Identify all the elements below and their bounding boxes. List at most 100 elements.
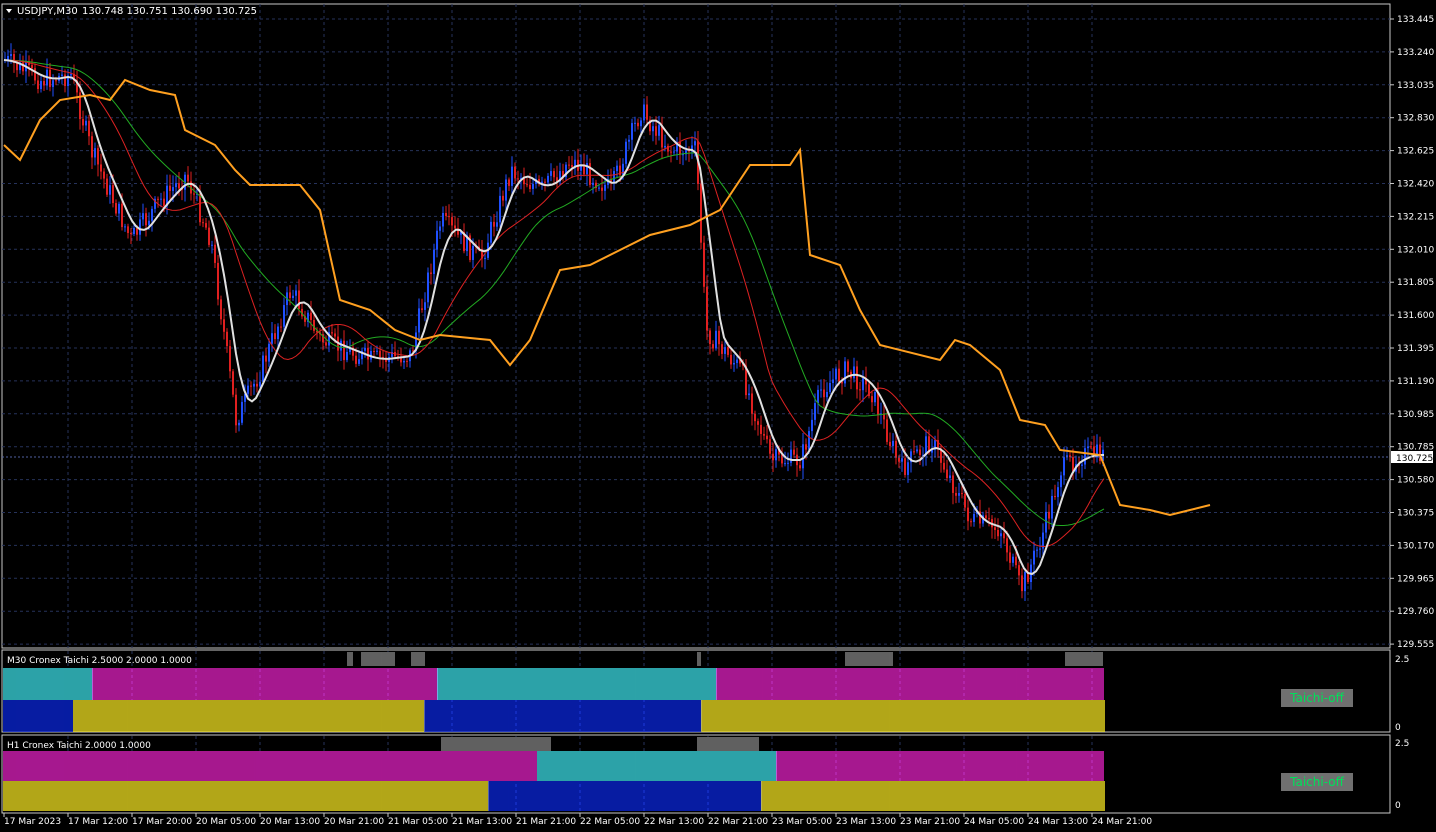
candle-body xyxy=(730,354,732,365)
candle-body xyxy=(1009,552,1011,563)
candle-body xyxy=(283,305,285,327)
price-tick-label: 130.170 xyxy=(1397,541,1434,551)
candle-body xyxy=(760,424,762,434)
candle-body xyxy=(853,366,855,379)
candle-body xyxy=(241,401,243,423)
candle-body xyxy=(133,228,135,235)
candle-body xyxy=(208,227,210,245)
candle-body xyxy=(652,126,654,132)
candle-body xyxy=(604,184,606,191)
candle-body xyxy=(919,449,921,455)
candle-body xyxy=(1018,565,1020,576)
indicator1-scale-top: 2.5 xyxy=(1395,655,1409,665)
candle-body xyxy=(139,219,141,235)
candle-body xyxy=(223,319,225,332)
time-tick-label: 24 Mar 05:00 xyxy=(964,817,1024,827)
candle-body xyxy=(331,332,333,334)
candle-body xyxy=(835,368,837,380)
candle-body xyxy=(856,366,858,390)
candle-body xyxy=(766,435,768,440)
candle-body xyxy=(103,171,105,179)
candle-body xyxy=(226,331,228,347)
candle-body xyxy=(637,122,639,127)
time-tick-label: 21 Mar 05:00 xyxy=(388,817,448,827)
candle-body xyxy=(85,120,87,126)
time-tick-label: 24 Mar 21:00 xyxy=(1092,817,1152,827)
candle-body xyxy=(505,179,507,201)
candle-body xyxy=(52,80,54,87)
candle-body xyxy=(832,379,834,384)
candle-body xyxy=(220,299,222,320)
candle-body xyxy=(679,142,681,155)
price-tick-label: 130.985 xyxy=(1397,410,1434,420)
time-tick-label: 20 Mar 05:00 xyxy=(196,817,256,827)
candle-body xyxy=(121,203,123,228)
candle-body xyxy=(259,381,261,387)
candle-body xyxy=(142,213,144,220)
candle-body xyxy=(892,440,894,447)
indicator1-taichi-off-button[interactable]: Taichi-off xyxy=(1281,689,1353,707)
ohlc-values: 130.748 130.751 130.690 130.725 xyxy=(82,6,257,17)
candle-body xyxy=(436,230,438,250)
candle-body xyxy=(808,431,810,450)
price-tick-label: 129.760 xyxy=(1397,607,1434,617)
trading-chart[interactable]: USDJPY,M30 130.748 130.751 130.690 130.7… xyxy=(0,0,1436,832)
candle-body xyxy=(721,344,723,354)
indicator1-title: M30 Cronex Taichi 2.5000 2.0000 1.0000 xyxy=(7,656,192,666)
candle-body xyxy=(1051,495,1053,519)
candle-body xyxy=(418,308,420,333)
current-price-label: 130.725 xyxy=(1396,454,1433,464)
candle-body xyxy=(211,244,213,246)
candle-body xyxy=(700,183,702,243)
candle-body xyxy=(1000,533,1002,537)
candle-body xyxy=(94,148,96,158)
candle-body xyxy=(232,371,234,395)
main-chart-frame xyxy=(1,3,1391,649)
candle-body xyxy=(793,449,795,455)
candle-body xyxy=(664,145,666,148)
time-axis: 17 Mar 2023 17 Mar 12:00 17 Mar 20:00 20 Ma… xyxy=(3,813,1152,827)
candle-body xyxy=(958,493,960,496)
indicator2-taichi-off-button[interactable]: Taichi-off xyxy=(1281,773,1353,791)
candle-body xyxy=(949,475,951,479)
candle-body xyxy=(970,521,972,523)
candle-body xyxy=(292,295,294,299)
candle-body xyxy=(895,440,897,458)
price-axis: 133.445 133.240 133.035 132.830 132.625 132.4… xyxy=(1390,15,1434,650)
candle-body xyxy=(439,226,441,231)
candle-body xyxy=(1006,538,1008,553)
candle-body xyxy=(205,223,207,228)
candle-body xyxy=(547,175,549,183)
candle-body xyxy=(901,458,903,462)
candle-body xyxy=(1081,464,1083,466)
candle-body xyxy=(1087,446,1089,449)
candle-body xyxy=(862,378,864,391)
candle-body xyxy=(916,449,918,452)
candle-body xyxy=(787,462,789,464)
candle-body xyxy=(553,171,555,178)
candle-body xyxy=(37,80,39,90)
candle-body xyxy=(655,126,657,136)
candle-body xyxy=(1003,533,1005,539)
candle-body xyxy=(169,185,171,191)
candle-body xyxy=(601,187,603,191)
candle-body xyxy=(859,389,861,391)
candle-body xyxy=(310,312,312,320)
candle-body xyxy=(955,492,957,496)
indicator2-title: H1 Cronex Taichi 2.0000 1.0000 xyxy=(7,741,151,751)
indicator1-scale-bottom: 0 xyxy=(1395,723,1401,733)
candle-body xyxy=(217,262,219,300)
candle-body xyxy=(145,213,147,226)
candle-body xyxy=(403,360,405,363)
candle-body xyxy=(82,119,84,126)
time-tick-label: 20 Mar 21:00 xyxy=(324,817,384,827)
candle-body xyxy=(364,347,366,351)
candle-body xyxy=(715,330,717,349)
candle-body xyxy=(115,203,117,214)
candle-body xyxy=(106,178,108,195)
candle-body xyxy=(784,463,786,465)
candle-body xyxy=(904,458,906,475)
time-tick-label: 17 Mar 12:00 xyxy=(68,817,128,827)
candle-body xyxy=(811,419,813,432)
candle-body xyxy=(355,355,357,364)
